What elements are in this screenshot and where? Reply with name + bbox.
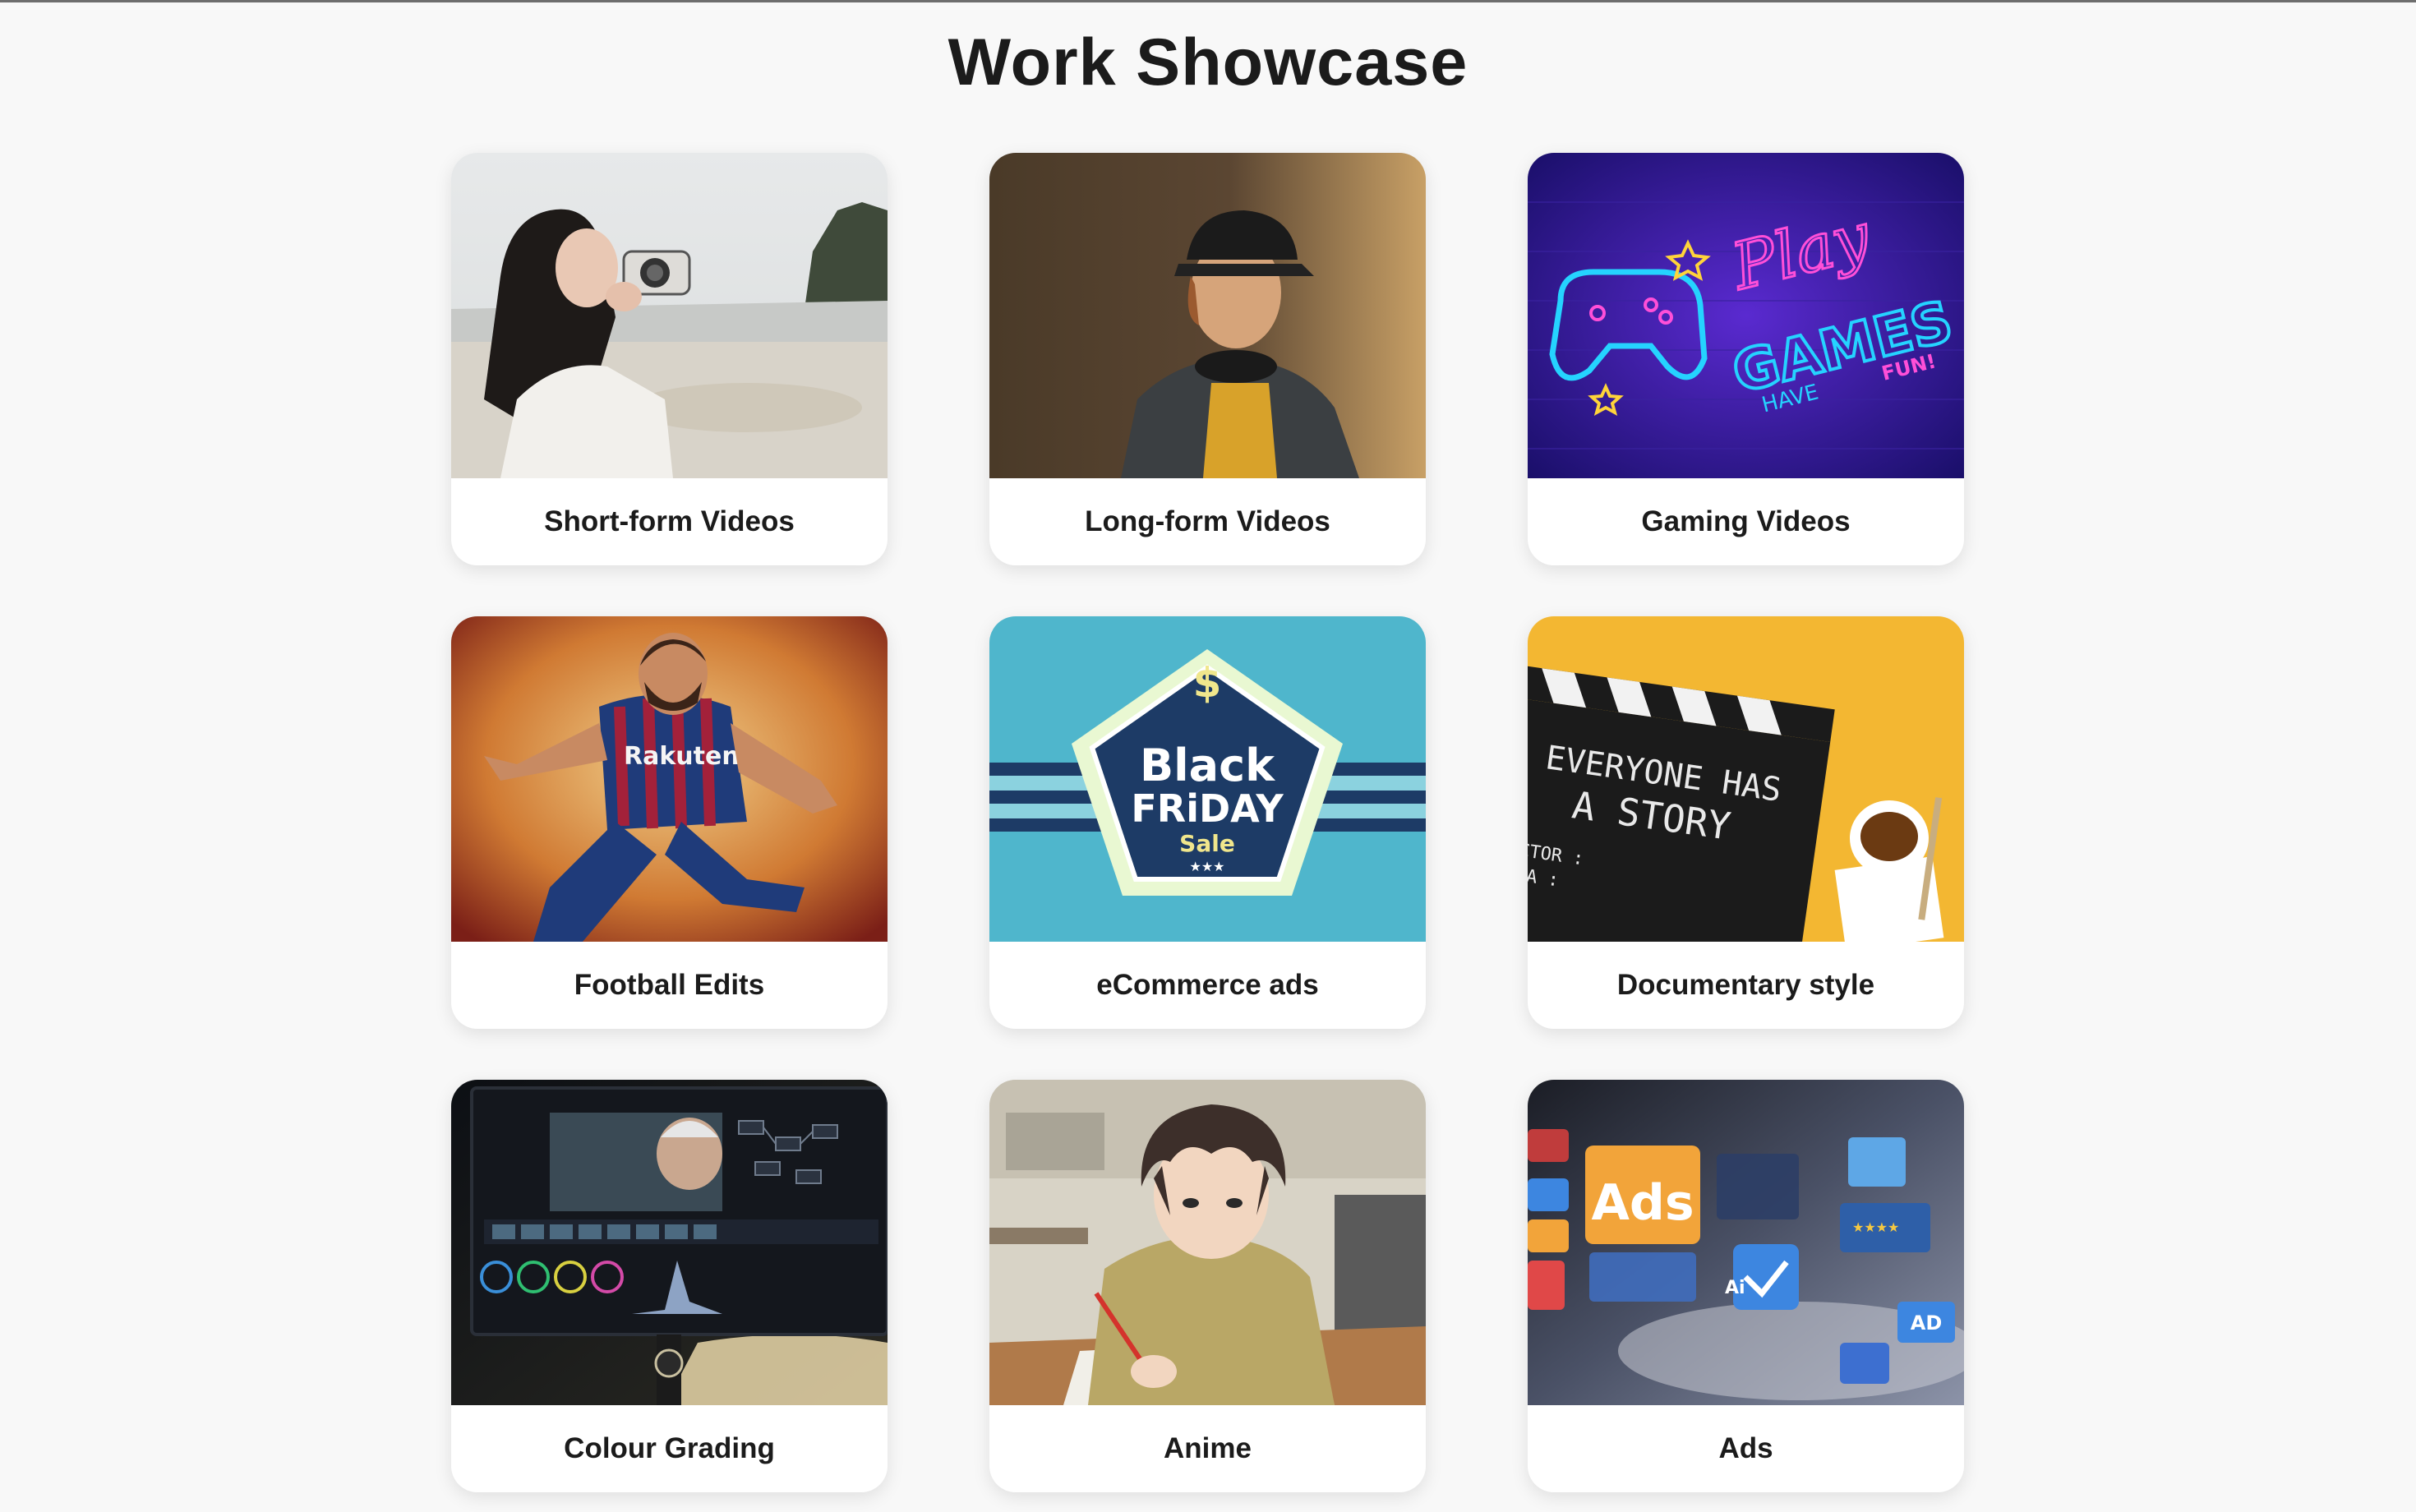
neon-games-sign-image: Play GAMES HAVE FUN! [1528,153,1964,478]
card-label: Long-form Videos [1085,505,1330,537]
woman-with-camera-image [451,153,888,478]
svg-text:AD: AD [1911,1311,1943,1335]
card-label: Short-form Videos [544,505,795,537]
showcase-card-colour-grading[interactable]: Colour Grading [451,1080,888,1492]
showcase-card-documentary[interactable]: EVERYONE HAS A STORY ECTOR : ERA : Docum… [1528,616,1964,1029]
showcase-card-ecommerce[interactable]: $ Black FRiDAY Sale ★★★ eCommerce ads [989,616,1426,1029]
card-label: eCommerce ads [1096,969,1319,1001]
color-grading-monitor-image [451,1080,888,1405]
page-title: Work Showcase [947,25,1469,99]
svg-text:★★★: ★★★ [1189,859,1224,874]
showcase-card-short-form[interactable]: Short-form Videos [451,153,888,565]
svg-text:Rakuten: Rakuten [624,742,740,771]
svg-text:★★★★: ★★★★ [1852,1219,1899,1235]
showcase-card-anime[interactable]: Anime [989,1080,1426,1492]
svg-text:Sale: Sale [1179,830,1235,857]
black-friday-badge-image: $ Black FRiDAY Sale ★★★ [989,616,1426,942]
svg-text:Ai: Ai [1725,1278,1745,1298]
anime-boy-drawing-image [989,1080,1426,1405]
top-border [0,0,2416,2]
showcase-card-long-form[interactable]: Long-form Videos [989,153,1426,565]
clapperboard-image: EVERYONE HAS A STORY ECTOR : ERA : [1528,616,1964,942]
svg-text:Black: Black [1140,740,1275,791]
showcase-card-football[interactable]: Rakuten Football Edits [451,616,888,1029]
svg-text:FRiDAY: FRiDAY [1131,786,1284,831]
card-label: Gaming Videos [1641,505,1851,537]
card-label: Ads [1718,1432,1773,1464]
card-label: Colour Grading [564,1432,775,1464]
card-label: Anime [1164,1432,1252,1464]
svg-text:Ads: Ads [1591,1174,1694,1232]
showcase-card-gaming[interactable]: Play GAMES HAVE FUN! Gaming Videos [1528,153,1964,565]
showcase-card-ads[interactable]: Ads Ai ★★★★ AD Ads [1528,1080,1964,1492]
card-label: Football Edits [574,969,765,1001]
digital-ads-image: Ads Ai ★★★★ AD [1528,1080,1964,1405]
svg-text:$: $ [1193,659,1222,707]
showcase-grid: Short-form Videos Long-form Videos Play … [451,153,1964,1492]
young-man-with-cap-image [989,153,1426,478]
card-label: Documentary style [1616,969,1875,1001]
footballer-illustration-image: Rakuten [451,616,888,942]
